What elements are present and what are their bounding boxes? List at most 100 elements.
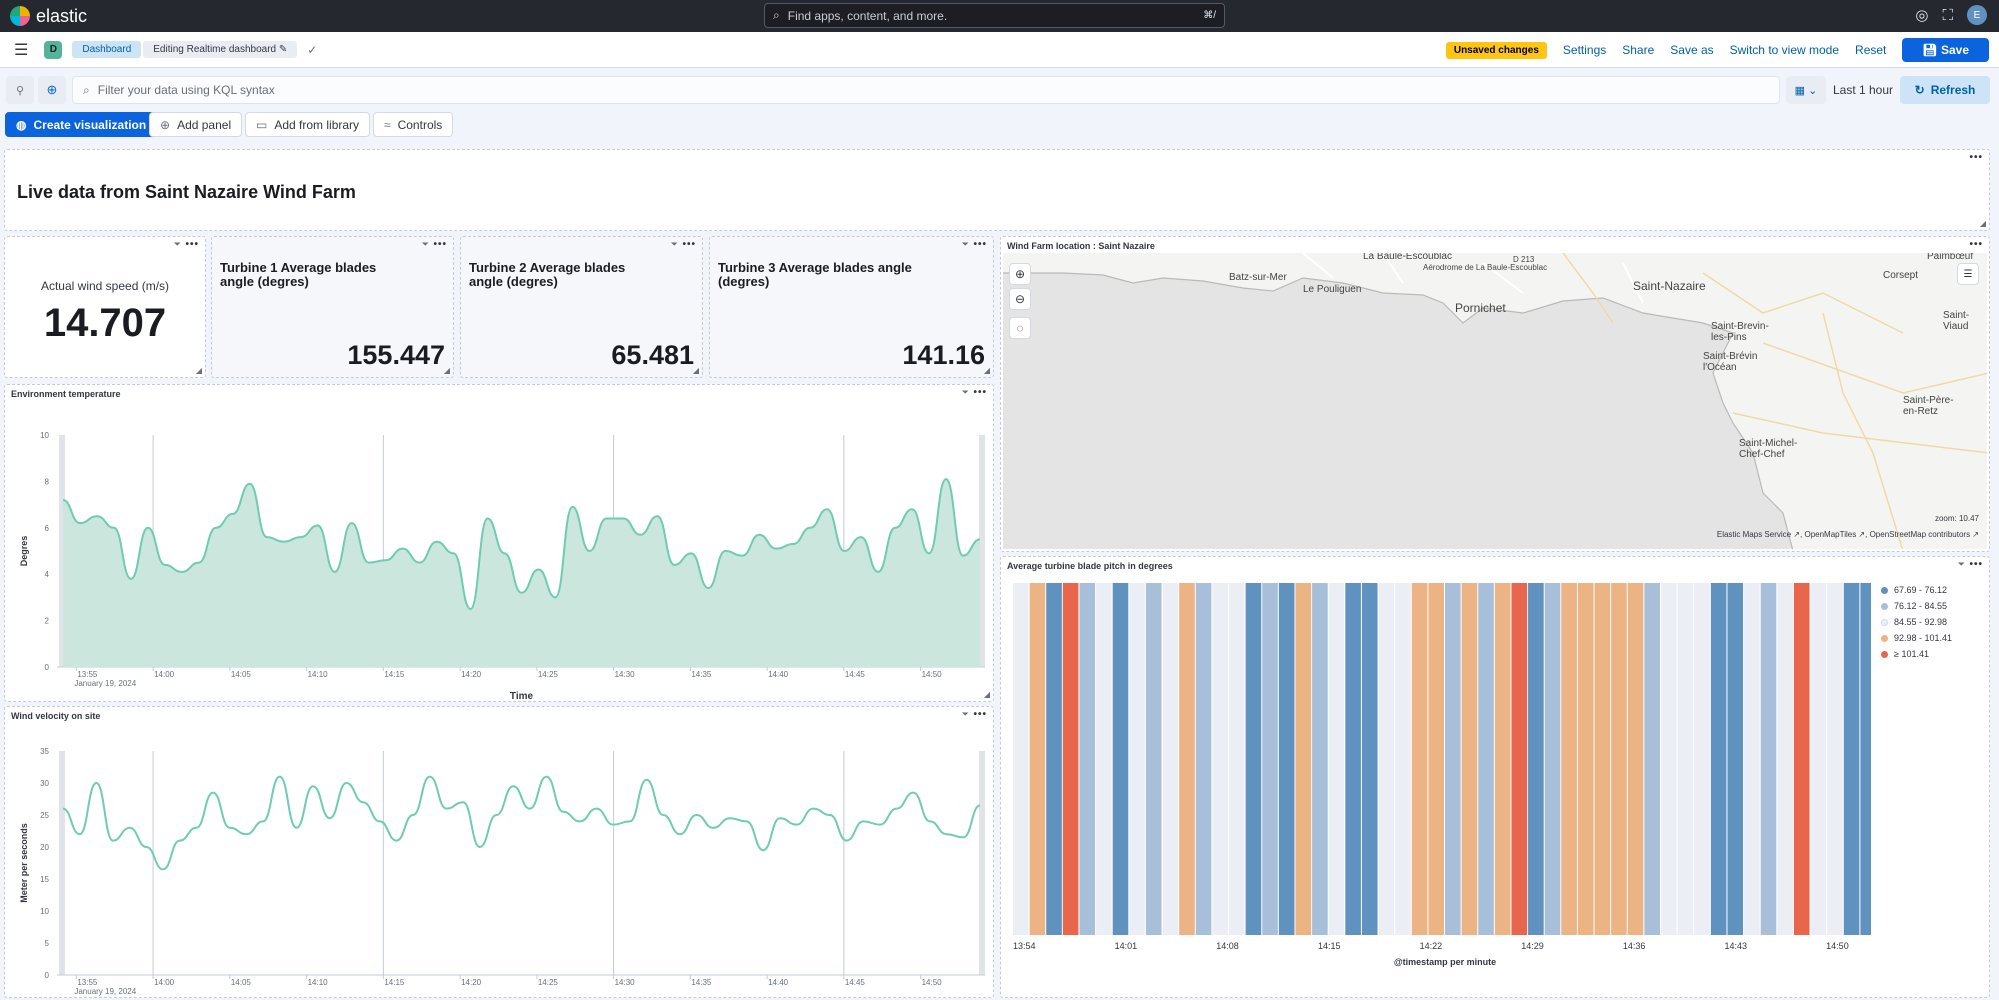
share-link[interactable]: Share bbox=[1622, 43, 1654, 57]
panel-title: Average turbine blade pitch in degrees bbox=[1007, 561, 1173, 571]
legend-label: 84.55 - 92.98 bbox=[1894, 617, 1948, 627]
x-tick-label: 14:35 bbox=[691, 670, 712, 679]
map-canvas[interactable]: La Baule-Escoublac Aérodrome de La Baule… bbox=[1003, 253, 1987, 549]
x-tick-label: 14:20 bbox=[461, 978, 482, 987]
legend-item[interactable]: 67.69 - 76.12 bbox=[1881, 585, 1952, 595]
kql-search-input[interactable]: ⌕ Filter your data using KQL syntax bbox=[72, 76, 1780, 104]
place-label-saint-nazaire: Saint-Nazaire bbox=[1633, 279, 1706, 293]
filter-icon[interactable]: ⏷ bbox=[962, 387, 969, 398]
filter-options-button[interactable]: ⚲ bbox=[6, 76, 34, 104]
resize-handle[interactable]: ◢ bbox=[1980, 219, 1986, 228]
panel-options-icon[interactable]: ••• bbox=[185, 239, 199, 250]
map-attribution[interactable]: Elastic Maps Service ↗, OpenMapTiles ↗, … bbox=[1717, 530, 1979, 539]
x-tick-label: 14:40 bbox=[768, 670, 789, 679]
heatmap-cell bbox=[1445, 583, 1461, 935]
y-tick-label: 10 bbox=[40, 431, 49, 440]
user-avatar[interactable]: E bbox=[1967, 5, 1987, 25]
heatmap-cell bbox=[1478, 583, 1494, 935]
heatmap-cell bbox=[1677, 583, 1694, 935]
wind-velocity-chart[interactable]: 0 5 10 15 20 25 30 35 13:55 14:00 14:05 14:10 14:15 1… bbox=[5, 721, 991, 997]
resize-handle[interactable]: ◢ bbox=[984, 690, 990, 699]
legend-item[interactable]: 92.98 - 101.41 bbox=[1881, 633, 1952, 643]
filter-icon[interactable]: ⏷ bbox=[422, 239, 429, 250]
blade-pitch-heatmap[interactable]: 13:54 14:01 14:08 14:15 14:22 14:29 14:36 14:43… bbox=[1001, 571, 1871, 997]
panel-options-icon[interactable]: ••• bbox=[973, 387, 987, 398]
heatmap-cell bbox=[1145, 583, 1162, 935]
x-tick-label: 14:10 bbox=[308, 978, 329, 987]
panel-title: Environment temperature bbox=[11, 389, 121, 399]
x-tick-label: 14:43 bbox=[1725, 941, 1748, 951]
panel-options-icon[interactable]: ••• bbox=[1969, 152, 1983, 163]
legend-item[interactable]: 84.55 - 92.98 bbox=[1881, 617, 1952, 627]
space-avatar[interactable]: D bbox=[44, 40, 63, 59]
resize-handle[interactable]: ◢ bbox=[693, 366, 699, 375]
heatmap-cell bbox=[1644, 583, 1660, 935]
breadcrumb-current[interactable]: Editing Realtime dashboard ✎ bbox=[143, 41, 298, 58]
switch-view-mode-link[interactable]: Switch to view mode bbox=[1730, 43, 1839, 57]
panel-options-icon[interactable]: ••• bbox=[682, 239, 696, 250]
resize-handle[interactable]: ◢ bbox=[984, 366, 990, 375]
y-tick-label: 4 bbox=[45, 570, 50, 579]
filter-icon[interactable]: ⏷ bbox=[174, 239, 181, 250]
filter-icon[interactable]: ⏷ bbox=[962, 709, 969, 720]
filter-icon[interactable]: ⏷ bbox=[1958, 559, 1965, 570]
elastic-logo[interactable]: elastic bbox=[10, 6, 87, 27]
resize-handle[interactable]: ◢ bbox=[196, 366, 202, 375]
save-button[interactable]: 💾︎ Save bbox=[1902, 38, 1989, 62]
x-tick-label: 14:15 bbox=[1318, 941, 1341, 951]
panel-options-icon[interactable]: ••• bbox=[1969, 559, 1983, 570]
date-picker-button[interactable]: ▦ ⌄ bbox=[1786, 76, 1826, 104]
save-as-link[interactable]: Save as bbox=[1670, 43, 1713, 57]
x-tick-label: 14:40 bbox=[768, 978, 789, 987]
y-tick-label: 10 bbox=[40, 907, 49, 916]
heatmap-cell bbox=[1378, 583, 1395, 935]
add-panel-button[interactable]: ⊕ Add panel bbox=[149, 112, 243, 137]
x-tick-label: 14:05 bbox=[231, 978, 252, 987]
place-label-paimboeuf: Paimbœuf bbox=[1927, 253, 1974, 262]
legend-item[interactable]: 76.12 - 84.55 bbox=[1881, 601, 1952, 611]
x-tick-label: 14:05 bbox=[231, 670, 252, 679]
x-tick-label: 14:00 bbox=[154, 978, 175, 987]
y-tick-label: 0 bbox=[45, 971, 50, 980]
menu-icon[interactable]: ☰ bbox=[14, 40, 28, 60]
help-icon[interactable]: ◎ bbox=[1915, 6, 1928, 24]
zoom-in-button[interactable]: ⊕ bbox=[1009, 263, 1031, 285]
add-filter-button[interactable]: ⊕ bbox=[38, 76, 66, 104]
breadcrumb-dashboard[interactable]: Dashboard bbox=[72, 41, 142, 58]
time-range[interactable]: Last 1 hour bbox=[1828, 76, 1898, 104]
heatmap-cell bbox=[1494, 583, 1511, 935]
panel-options-icon[interactable]: ••• bbox=[973, 709, 987, 720]
create-visualization-button[interactable]: ◍ Create visualization bbox=[5, 112, 158, 137]
x-tick-label: 14:25 bbox=[538, 670, 559, 679]
global-search-input[interactable]: ⌕ Find apps, content, and more. ⌘/ bbox=[764, 3, 1225, 28]
check-icon[interactable]: ✓ bbox=[307, 43, 317, 57]
heatmap-cell bbox=[1062, 583, 1079, 935]
turbine1-metric-panel: ⏷ ••• Turbine 1 Average blades angle (deg… bbox=[211, 236, 454, 378]
panel-options-icon[interactable]: ••• bbox=[1969, 239, 1983, 250]
panel-options-icon[interactable]: ••• bbox=[973, 239, 987, 250]
search-icon: ⌕ bbox=[773, 8, 780, 22]
news-feed-icon[interactable]: ⛶ bbox=[1942, 7, 1953, 24]
settings-link[interactable]: Settings bbox=[1563, 43, 1606, 57]
legend-swatch bbox=[1881, 602, 1888, 610]
env-temperature-chart[interactable]: 0 2 4 6 8 10 13:55 14:00 14:05 14:10 14:15 14:20 14:… bbox=[5, 399, 991, 699]
refresh-label: Refresh bbox=[1930, 83, 1976, 97]
fit-to-data-button[interactable]: ◌ bbox=[1009, 317, 1031, 339]
panel-options-icon[interactable]: ••• bbox=[433, 239, 447, 250]
y-tick-label: 20 bbox=[40, 843, 49, 852]
refresh-button[interactable]: ↻ Refresh bbox=[1900, 76, 1990, 104]
filter-icon[interactable]: ⏷ bbox=[671, 239, 678, 250]
x-date-label: January 19, 2024 bbox=[74, 987, 136, 996]
zoom-out-button[interactable]: ⊖ bbox=[1009, 288, 1031, 310]
x-tick-label: 14:00 bbox=[154, 670, 175, 679]
heatmap-cell bbox=[1428, 583, 1444, 935]
resize-handle[interactable]: ◢ bbox=[444, 366, 450, 375]
legend-item[interactable]: ≥ 101.41 bbox=[1881, 649, 1952, 659]
add-from-library-button[interactable]: ▭ Add from library bbox=[245, 112, 371, 137]
add-panel-label: Add panel bbox=[177, 117, 232, 132]
reset-link[interactable]: Reset bbox=[1855, 43, 1886, 57]
filter-icon[interactable]: ⏷ bbox=[962, 239, 969, 250]
controls-button[interactable]: ≈ Controls bbox=[373, 112, 454, 137]
layer-control-button[interactable]: ☰ bbox=[1957, 263, 1979, 285]
legend-label: 76.12 - 84.55 bbox=[1894, 601, 1948, 611]
